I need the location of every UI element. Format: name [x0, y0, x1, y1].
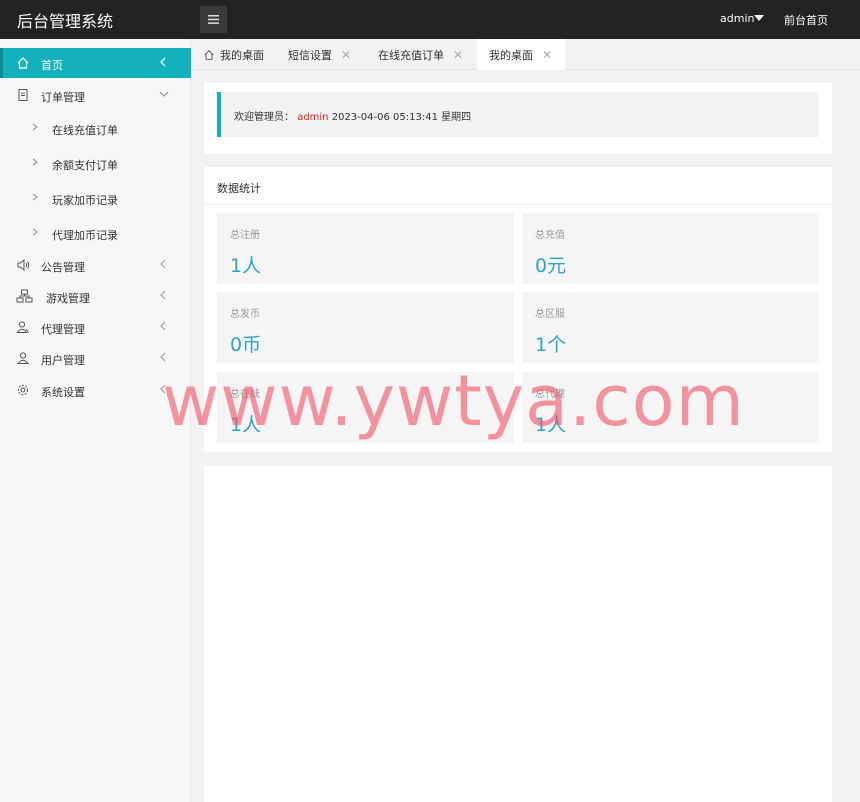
menu-toggle-button[interactable] — [200, 6, 227, 33]
stat-box-registrations: 总注册 1人 — [217, 213, 514, 284]
tab-label: 短信设置 — [288, 48, 332, 62]
welcome-username: admin — [297, 112, 329, 123]
sidebar-item-label: 首页 — [41, 59, 63, 72]
user-group-icon — [16, 321, 29, 333]
stat-label: 总注册 — [230, 230, 260, 241]
stat-value: 1个 — [535, 334, 567, 356]
front-page-link[interactable]: 前台首页 — [784, 12, 828, 28]
divider — [204, 204, 832, 205]
home-icon — [204, 49, 214, 60]
sidebar-item-label: 代理管理 — [41, 323, 85, 336]
sidebar-subitem-player-coins[interactable]: 玩家加币记录 — [0, 183, 191, 213]
stat-label: 总发币 — [230, 309, 260, 320]
chevron-right-icon — [32, 193, 38, 201]
sidebar-subitem-agent-coins[interactable]: 代理加币记录 — [0, 218, 191, 248]
chevron-down-icon — [159, 91, 169, 97]
sidebar-item-label: 订单管理 — [41, 91, 85, 104]
close-icon[interactable]: ✕ — [542, 48, 552, 62]
sidebar-subitem-balance-pay[interactable]: 余额支付订单 — [0, 148, 191, 178]
welcome-prefix: 欢迎管理员： — [234, 112, 294, 123]
stat-label: 总区服 — [535, 309, 565, 320]
chevron-right-icon — [32, 158, 38, 166]
tab-bar: 我的桌面 短信设置 ✕ 在线充值订单 ✕ 我的桌面 ✕ — [191, 39, 860, 70]
close-icon[interactable]: ✕ — [341, 48, 351, 62]
blank-panel — [204, 466, 832, 802]
stats-title: 数据统计 — [217, 182, 261, 195]
stat-box-coins-issued: 总发币 0币 — [217, 292, 514, 363]
sidebar-item-label: 公告管理 — [41, 261, 85, 274]
app-title: 后台管理系统 — [17, 12, 114, 31]
welcome-text: 欢迎管理员： admin 2023-04-06 05:13:41 星期四 — [234, 108, 471, 123]
welcome-datetime: 2023-04-06 05:13:41 星期四 — [331, 112, 472, 123]
welcome-banner: 欢迎管理员： admin 2023-04-06 05:13:41 星期四 — [217, 92, 819, 137]
subitem-label: 在线充值订单 — [52, 124, 118, 137]
caret-down-icon[interactable] — [754, 15, 764, 21]
sidebar-item-home[interactable]: 首页 — [0, 48, 191, 78]
sidebar-item-label: 用户管理 — [41, 354, 85, 367]
sidebar-item-games[interactable]: 游戏管理 — [0, 281, 191, 311]
user-menu[interactable]: admin — [720, 12, 754, 25]
stat-box-servers: 总区服 1个 — [522, 292, 819, 363]
chevron-left-icon — [160, 259, 166, 269]
tab-label: 在线充值订单 — [378, 48, 444, 62]
chevron-right-icon — [32, 123, 38, 131]
sidebar-item-agents[interactable]: 代理管理 — [0, 312, 191, 342]
sitemap-icon — [16, 289, 33, 303]
chevron-left-icon — [160, 321, 166, 331]
home-icon — [17, 57, 29, 69]
sidebar-item-orders[interactable]: 订单管理 — [0, 80, 191, 110]
close-icon[interactable]: ✕ — [453, 48, 463, 62]
stat-value: 0币 — [230, 334, 262, 356]
tab-home[interactable]: 我的桌面 — [203, 39, 264, 70]
gear-icon — [17, 384, 29, 396]
chevron-left-icon — [160, 57, 166, 67]
top-header: 后台管理系统 admin 前台首页 — [0, 0, 860, 39]
tab-label: 我的桌面 — [220, 48, 264, 62]
chevron-left-icon — [160, 290, 166, 300]
tab-sms-settings[interactable]: 短信设置 ✕ — [288, 39, 351, 70]
subitem-label: 余额支付订单 — [52, 159, 118, 172]
subitem-label: 代理加币记录 — [52, 229, 118, 242]
user-icon — [16, 352, 30, 364]
watermark: www.ywtya.com — [162, 360, 745, 442]
subitem-label: 玩家加币记录 — [52, 194, 118, 207]
sidebar-item-announcements[interactable]: 公告管理 — [0, 250, 191, 280]
tab-label: 我的桌面 — [489, 48, 533, 62]
tab-my-desktop[interactable]: 我的桌面 ✕ — [477, 39, 565, 70]
chevron-right-icon — [32, 228, 38, 236]
document-icon — [18, 89, 28, 101]
sidebar-item-label: 游戏管理 — [46, 292, 90, 305]
stat-value: 0元 — [535, 255, 567, 277]
stat-value: 1人 — [230, 255, 262, 277]
hamburger-icon — [208, 15, 219, 24]
sidebar-item-label: 系统设置 — [41, 386, 85, 399]
stat-box-recharge: 总充值 0元 — [522, 213, 819, 284]
sidebar-subitem-online-recharge[interactable]: 在线充值订单 — [0, 113, 191, 143]
speaker-icon — [17, 258, 30, 272]
stat-label: 总充值 — [535, 230, 565, 241]
tab-online-recharge[interactable]: 在线充值订单 ✕ — [378, 39, 463, 70]
